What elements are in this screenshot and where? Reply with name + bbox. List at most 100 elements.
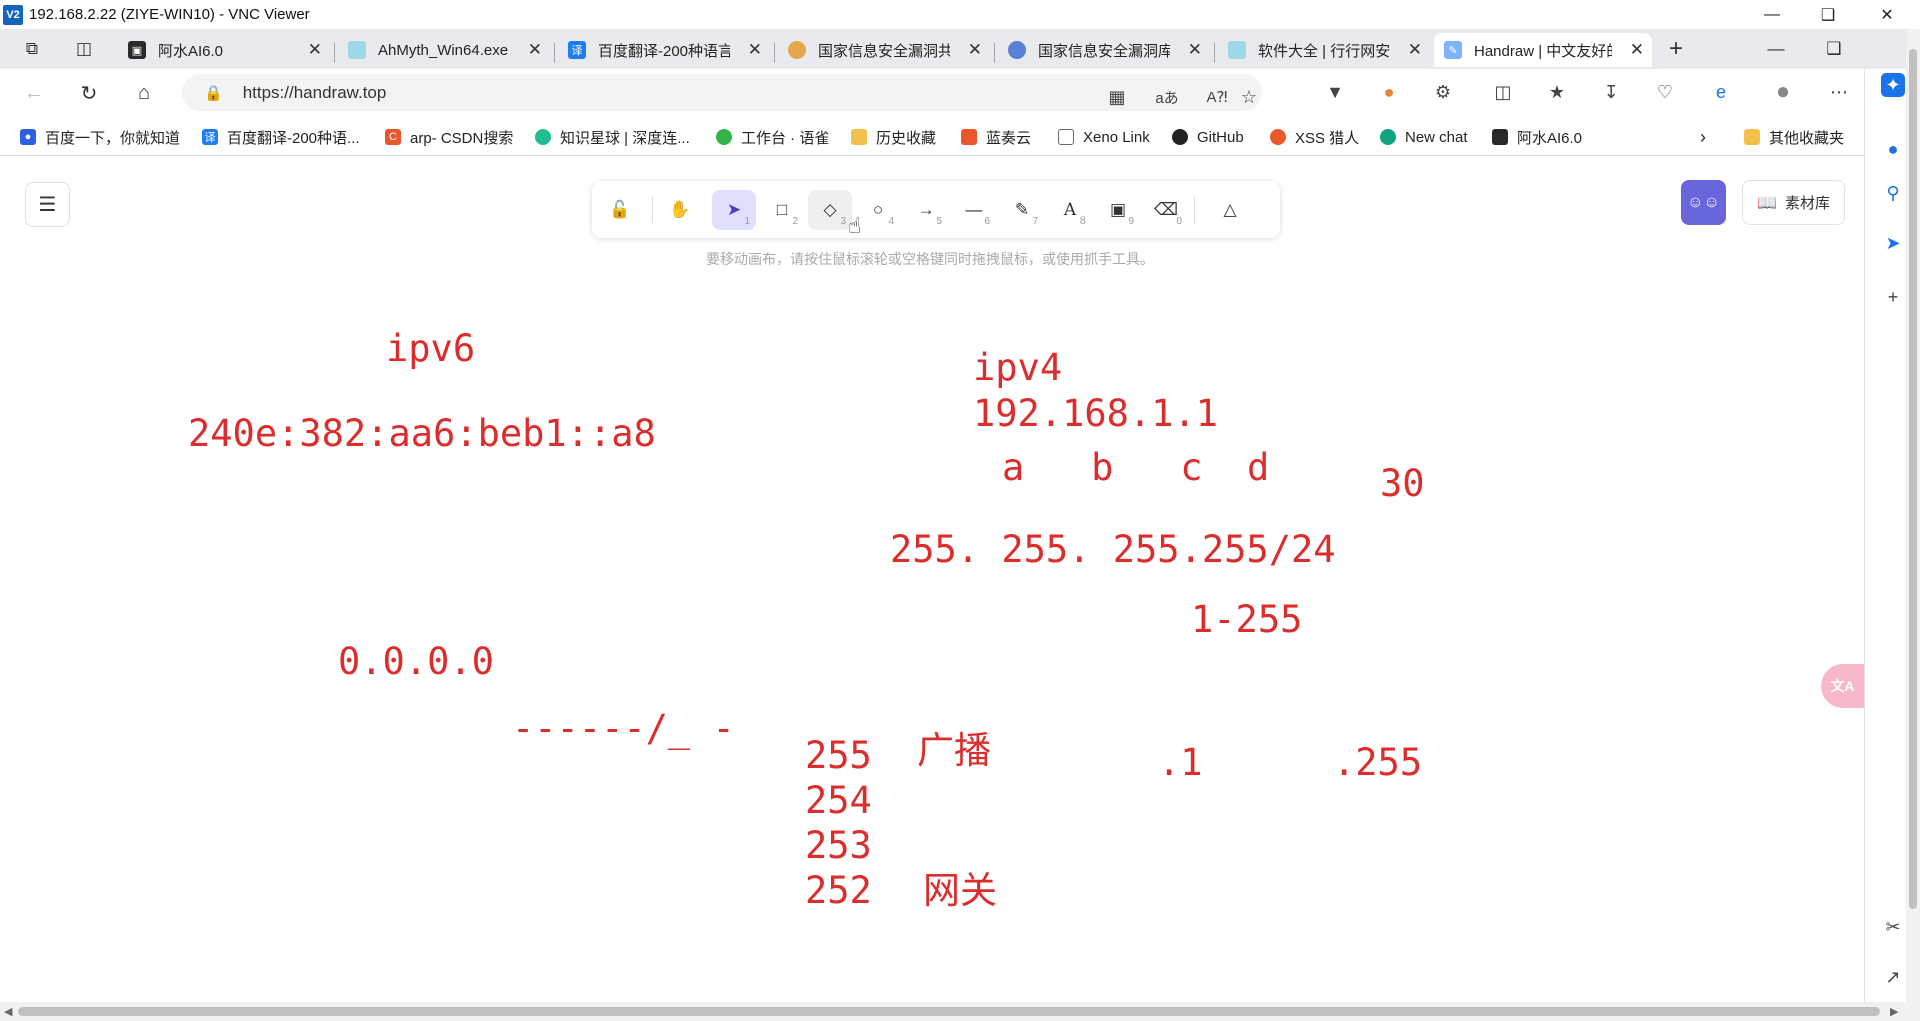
app-available-icon[interactable]: ▦ (1102, 82, 1132, 112)
tab-close-icon[interactable]: ✕ (1408, 40, 1422, 60)
arrow-icon[interactable]: → 5 (904, 190, 948, 230)
back-icon[interactable]: ← (18, 77, 50, 109)
library-button[interactable]: 📖 素材库 (1742, 180, 1845, 225)
tab-close-icon[interactable]: ✕ (968, 40, 982, 60)
inner-restore-icon[interactable]: ❑ (1816, 33, 1852, 65)
bookmark-new-chat[interactable]: New chat (1380, 126, 1468, 148)
canvas-text-dashes[interactable]: ------/_ - (512, 710, 735, 747)
horizontal-scroll-thumb[interactable] (18, 1007, 1880, 1016)
inner-minimize-icon[interactable]: — (1758, 33, 1794, 65)
sidebar-send-icon[interactable]: ➤ (1881, 231, 1905, 255)
canvas-text-30[interactable]: 30 (1380, 465, 1425, 502)
lock-icon[interactable]: 🔓 (598, 190, 642, 230)
edge-ie-icon[interactable]: e (1706, 77, 1736, 107)
read-aloud-icon[interactable]: A⁈ (1202, 82, 1232, 112)
bookmark-history-folder[interactable]: 历史收藏 (851, 126, 936, 148)
sidebar-search-icon[interactable]: ⚲ (1881, 181, 1905, 205)
minimize-icon[interactable]: — (1745, 0, 1799, 29)
tab-close-icon[interactable]: ✕ (1630, 40, 1644, 60)
tab-cnvd-1[interactable]: 国家信息安全漏洞共 ✕ (778, 33, 990, 67)
favorite-star-icon[interactable]: ☆ (1234, 82, 1264, 112)
canvas-text-gateway[interactable]: 网关 (923, 872, 997, 909)
other-bookmarks-folder[interactable]: 其他收藏夹 (1744, 126, 1844, 148)
scroll-right-icon[interactable]: ▶ (1890, 1005, 1898, 1018)
text-icon[interactable]: A8 (1048, 190, 1092, 230)
bookmark-baidu[interactable]: ● 百度一下，你就知道 (20, 126, 180, 148)
restore-icon[interactable]: ❑ (1801, 0, 1855, 29)
tab-software[interactable]: 软件大全 | 行行网安 ✕ (1218, 33, 1430, 67)
bookmark-baidu-translate[interactable]: 译百度翻译-200种语... (202, 126, 360, 148)
extension-orange-icon[interactable]: ● (1374, 77, 1404, 107)
bookmark-yuque[interactable]: 工作台 · 语雀 (716, 126, 829, 148)
tab-ahmyth[interactable]: AhMyth_Win64.exe | ✕ (338, 33, 550, 67)
tab-close-icon[interactable]: ✕ (528, 40, 542, 60)
rectangle-icon[interactable]: □ 2 (760, 190, 804, 230)
tab-baidu-translate[interactable]: 译 百度翻译-200种语言 ✕ (558, 33, 770, 67)
bookmark-lanzou[interactable]: 蓝奏云 (961, 126, 1031, 148)
diamond-icon[interactable]: ◇ 3 (808, 190, 852, 230)
split-screen-icon[interactable]: ◫ (1488, 77, 1518, 107)
lock-icon[interactable]: 🔒 (204, 84, 223, 102)
profile-avatar-icon[interactable]: ● (1768, 77, 1798, 107)
performance-icon[interactable]: ♡ (1650, 77, 1680, 107)
image-icon[interactable]: ▣ 9 (1096, 190, 1140, 230)
bookmark-zsxq[interactable]: 知识星球 | 深度连... (535, 126, 690, 148)
hamburger-menu-icon[interactable]: ☰ (25, 182, 70, 227)
bookmark-xeno-link[interactable]: Xeno Link (1058, 126, 1150, 148)
tab-close-icon[interactable]: ✕ (748, 40, 762, 60)
collaboration-button[interactable]: ☺☺ (1681, 180, 1726, 225)
eraser-icon[interactable]: ⌫ 0 (1144, 190, 1188, 230)
tab-handraw[interactable]: ✎ Handraw | 中文友好的 ✕ (1434, 33, 1652, 67)
pencil-icon[interactable]: ✎ 7 (1000, 190, 1044, 230)
tab-close-icon[interactable]: ✕ (308, 40, 322, 60)
extensions-icon[interactable]: ⚙ (1428, 77, 1458, 107)
canvas-text-dot1[interactable]: .1 (1158, 744, 1203, 781)
canvas-text-subnet-mask[interactable]: 255. 255. 255.255/24 (890, 531, 1336, 568)
line-icon[interactable]: —6 (952, 190, 996, 230)
canvas-text-254[interactable]: 254 (805, 782, 872, 819)
vertical-scrollbar[interactable] (1906, 29, 1920, 1021)
canvas-text-dot255[interactable]: .255 (1333, 744, 1422, 781)
bookmark-github[interactable]: GitHub (1172, 126, 1244, 148)
canvas-text-broadcast[interactable]: 广播 (917, 732, 991, 769)
canvas-text-252[interactable]: 252 (805, 872, 872, 909)
scroll-left-icon[interactable]: ◀ (4, 1005, 12, 1018)
bookmark-xss-hunter[interactable]: XSS 猎人 (1270, 126, 1359, 148)
sidebar-open-external-icon[interactable]: ↗ (1881, 965, 1905, 989)
translate-icon[interactable]: aあ (1152, 82, 1182, 112)
bookmarks-overflow-chevron-icon[interactable]: › (1700, 126, 1706, 148)
more-menu-icon[interactable]: ⋯ (1824, 77, 1854, 107)
sidebar-add-icon[interactable]: + (1881, 285, 1905, 309)
cursor-icon[interactable]: ➤ 1 (712, 190, 756, 230)
vertical-scroll-thumb[interactable] (1909, 49, 1917, 909)
ellipse-icon[interactable]: ○ 4 (856, 190, 900, 230)
tab-ashui[interactable]: ▣ 阿水AI6.0 ✕ (118, 33, 330, 67)
url-field[interactable]: 🔒 https://handraw.top ▦ aあ A⁈ ☆ (182, 74, 1262, 111)
canvas-text-ipv4-address[interactable]: 192.168.1.1 (973, 395, 1218, 432)
sidebar-screenshot-icon[interactable]: ✂ (1881, 915, 1905, 939)
extension-v-icon[interactable]: ▼ (1320, 77, 1350, 107)
canvas-text-range[interactable]: 1-255 (1191, 601, 1302, 638)
favorites-icon[interactable]: ★ (1542, 77, 1572, 107)
workspaces-icon[interactable]: ⧉ (14, 33, 50, 65)
tab-close-icon[interactable]: ✕ (1188, 40, 1202, 60)
tab-cnvd-2[interactable]: 国家信息安全漏洞库 ✕ (998, 33, 1210, 67)
tab-actions-icon[interactable]: ◫ (66, 33, 102, 65)
downloads-icon[interactable]: ↧ (1596, 77, 1626, 107)
canvas-text-ipv4[interactable]: ipv4 (973, 349, 1062, 386)
translate-float-button[interactable]: 文A (1821, 664, 1864, 708)
drawing-canvas[interactable]: ☰ 🔓 ✋ ➤ 1 □ 2 ◇ 3 ○ 4 → 5 —6 ✎ 7 A8 ▣ 9 ⌫ 0 △ 要移… (0, 157, 1864, 1002)
shapes-icon[interactable]: △ (1208, 190, 1252, 230)
bookmark-ashui[interactable]: 阿水AI6.0 (1492, 126, 1582, 148)
refresh-icon[interactable]: ↻ (73, 77, 105, 109)
plus-icon[interactable]: + (1658, 33, 1694, 65)
bookmark-csdn[interactable]: Carp- CSDN搜索 (385, 126, 513, 148)
horizontal-scrollbar[interactable]: ◀ ▶ (0, 1002, 1906, 1021)
canvas-text-zeros[interactable]: 0.0.0.0 (338, 643, 494, 680)
canvas-text-ipv6[interactable]: ipv6 (386, 330, 475, 367)
sidebar-bell-icon[interactable]: ● (1881, 137, 1905, 161)
canvas-text-ipv6-address[interactable]: 240e:382:aa6:beb1::a8 (188, 415, 656, 452)
copilot-icon[interactable]: ✦ (1881, 73, 1905, 97)
hand-icon[interactable]: ✋ (658, 190, 702, 230)
canvas-text-255[interactable]: 255 (805, 737, 872, 774)
